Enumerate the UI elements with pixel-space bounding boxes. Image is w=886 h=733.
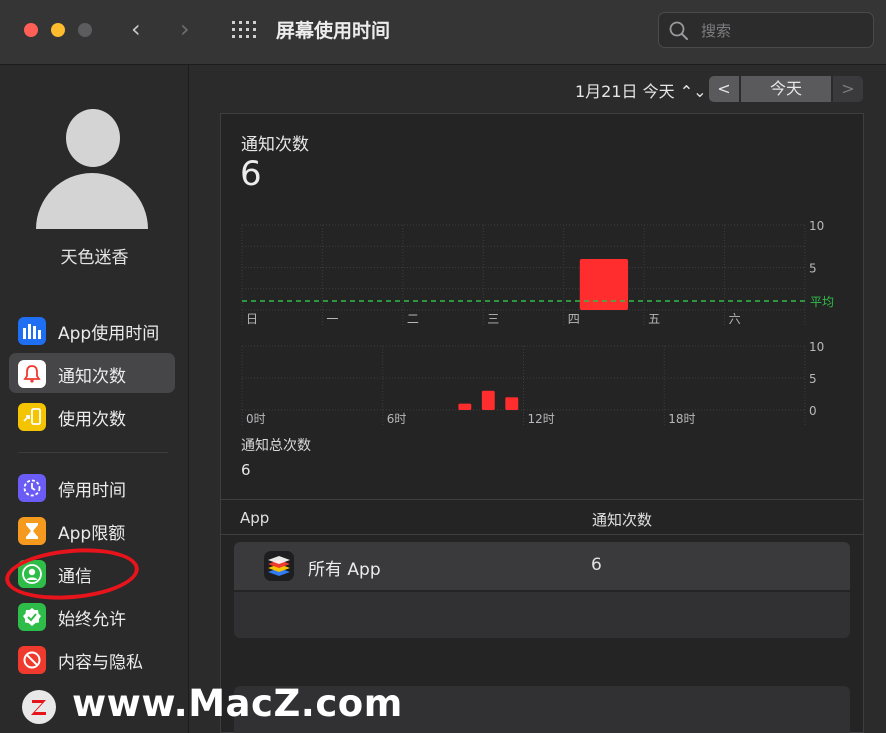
sidebar-item-label: 通知次数: [58, 367, 126, 387]
sidebar-item-label: 内容与隐私: [58, 653, 143, 673]
bar: [505, 397, 519, 410]
sidebar-item-label: App使用时间: [58, 324, 160, 344]
search-field[interactable]: [658, 12, 874, 48]
show-all-grid-icon[interactable]: [232, 21, 258, 41]
minimize-window-button[interactable]: [51, 23, 65, 37]
notifications-chart: 平均日 一 二 三 四 五 六 10 5 0时 6时 12时 18时 10 5 0: [241, 219, 834, 426]
x-tick-label: 一: [326, 312, 338, 326]
forward-arrow-icon[interactable]: ›: [180, 14, 190, 44]
column-header-count[interactable]: 通知次数: [592, 509, 652, 530]
watermark-text: www.MacZ.com: [72, 682, 403, 725]
restricted-icon: [18, 646, 46, 674]
summary-title: 通知次数: [241, 135, 309, 155]
column-header-app[interactable]: App: [240, 509, 269, 527]
x-tick-label: 18时: [668, 412, 695, 426]
bar: [481, 390, 495, 410]
date-selector[interactable]: 1月21日 今天 ⌃⌄: [575, 78, 707, 102]
sidebar-item-app-usage[interactable]: App使用时间: [9, 310, 175, 350]
hourglass-icon: [18, 517, 46, 545]
sidebar-item-content-privacy[interactable]: 内容与隐私: [9, 639, 175, 679]
bar-chart-icon: [18, 317, 46, 345]
watermark-logo: [22, 690, 56, 724]
sidebar-item-label: 使用次数: [58, 410, 126, 430]
y-tick-label: 5: [809, 262, 817, 276]
today-button[interactable]: 今天: [741, 76, 831, 102]
sidebar-item-label: App限额: [58, 524, 126, 544]
x-tick-label: 0时: [246, 412, 266, 426]
bar: [458, 403, 472, 410]
x-tick-label: 6时: [387, 412, 407, 426]
checkmark-shield-icon: [18, 603, 46, 631]
x-tick-label: 三: [487, 312, 499, 326]
close-window-button[interactable]: [24, 23, 38, 37]
table-divider: [221, 534, 863, 535]
bar: [579, 259, 629, 310]
total-notifications-value: 6: [241, 461, 251, 479]
user-name: 天色迷香: [60, 248, 129, 268]
sidebar-divider: [18, 452, 168, 453]
back-arrow-icon[interactable]: ‹: [131, 14, 141, 44]
bell-icon: [18, 360, 46, 388]
x-tick-label: 12时: [528, 412, 555, 426]
average-label: 平均: [810, 295, 834, 309]
sidebar-item-label: 始终允许: [58, 610, 126, 630]
y-tick-label: 0: [809, 404, 817, 418]
search-input[interactable]: [699, 19, 863, 43]
sidebar-item-always-allowed[interactable]: 始终允许: [9, 596, 175, 636]
window-title: 屏幕使用时间: [276, 20, 391, 42]
app-name: 所有 App: [308, 560, 381, 580]
x-tick-label: 四: [568, 312, 580, 326]
summary-count: 6: [240, 154, 262, 194]
stack-layers-icon: [264, 551, 294, 581]
zoom-window-button[interactable]: [78, 23, 92, 37]
table-row-empty: [234, 592, 850, 638]
pickup-phone-icon: [18, 403, 46, 431]
x-tick-label: 日: [246, 312, 258, 326]
y-tick-label: 10: [809, 219, 824, 233]
sidebar-item-label: 停用时间: [58, 481, 126, 501]
x-tick-label: 六: [729, 312, 741, 326]
x-tick-label: 五: [648, 312, 660, 326]
sidebar-item-pickups[interactable]: 使用次数: [9, 396, 175, 436]
total-notifications-label: 通知总次数: [241, 438, 311, 454]
y-tick-label: 10: [809, 340, 824, 354]
downtime-icon: [18, 474, 46, 502]
next-day-button[interactable]: >: [833, 76, 863, 102]
sidebar-item-downtime[interactable]: 停用时间: [9, 467, 175, 507]
user-avatar-icon[interactable]: [34, 109, 150, 229]
y-tick-label: 5: [809, 372, 817, 386]
previous-day-button[interactable]: <: [709, 76, 739, 102]
app-notification-count: 6: [591, 555, 602, 575]
sidebar: 天色迷香 App使用时间 通知次数 使用次数 停用时间 App限额 通信 始终允…: [0, 65, 189, 733]
x-tick-label: 二: [407, 312, 419, 326]
sidebar-item-app-limits[interactable]: App限额: [9, 510, 175, 550]
sidebar-item-notifications[interactable]: 通知次数: [9, 353, 175, 393]
search-icon: [669, 21, 688, 40]
table-divider: [221, 499, 863, 500]
table-row[interactable]: 所有 App 6: [234, 542, 850, 590]
title-bar: ‹ › 屏幕使用时间: [0, 0, 886, 65]
